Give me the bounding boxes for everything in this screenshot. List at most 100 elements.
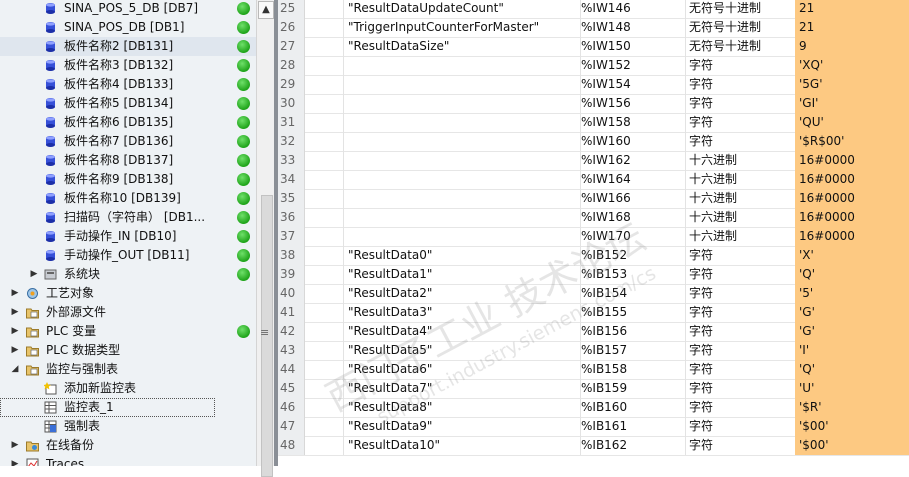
tag-name-cell[interactable] bbox=[344, 75, 581, 94]
table-row[interactable]: 34 %IW164 十六进制 16#0000 bbox=[278, 170, 909, 190]
tag-name-cell[interactable]: "ResultData9" bbox=[344, 417, 581, 436]
tree-item[interactable]: ▶ Traces bbox=[0, 455, 256, 466]
address-cell[interactable]: %IW154 bbox=[580, 75, 686, 94]
tree-item[interactable]: 扫描码（字符串） [DB1... bbox=[0, 208, 256, 227]
tree-item[interactable]: 板件名称9 [DB138] bbox=[0, 170, 256, 189]
table-row[interactable]: 41 "ResultData3" %IB155 字符 'G' bbox=[278, 303, 909, 323]
display-format-cell[interactable]: 十六进制 bbox=[688, 189, 796, 208]
display-format-cell[interactable]: 字符 bbox=[688, 113, 796, 132]
display-format-cell[interactable]: 十六进制 bbox=[688, 170, 796, 189]
address-cell[interactable]: %IW146 bbox=[580, 0, 686, 18]
tree-item[interactable]: 强制表 bbox=[0, 417, 256, 436]
tree-item[interactable]: 监控表_1 bbox=[0, 398, 215, 417]
table-row[interactable]: 30 %IW156 字符 'GI' bbox=[278, 94, 909, 114]
tree-item[interactable]: 板件名称3 [DB132] bbox=[0, 56, 256, 75]
tree-item[interactable]: 板件名称4 [DB133] bbox=[0, 75, 256, 94]
display-format-cell[interactable]: 字符 bbox=[688, 379, 796, 398]
table-row[interactable]: 48 "ResultData10" %IB162 字符 '$00' bbox=[278, 436, 909, 456]
table-row[interactable]: 47 "ResultData9" %IB161 字符 '$00' bbox=[278, 417, 909, 437]
tag-name-cell[interactable] bbox=[344, 227, 581, 246]
expand-right-icon[interactable]: ▶ bbox=[29, 265, 39, 284]
address-cell[interactable]: %IB158 bbox=[580, 360, 686, 379]
expand-right-icon[interactable]: ▶ bbox=[10, 455, 20, 466]
address-cell[interactable]: %IW156 bbox=[580, 94, 686, 113]
tree-item[interactable]: 板件名称8 [DB137] bbox=[0, 151, 256, 170]
tag-name-cell[interactable] bbox=[344, 132, 581, 151]
tree-scrollbar[interactable]: ▲ ≡ bbox=[256, 0, 274, 477]
tree-item[interactable]: 添加新监控表 bbox=[0, 379, 256, 398]
tag-name-cell[interactable] bbox=[344, 56, 581, 75]
tag-name-cell[interactable] bbox=[344, 151, 581, 170]
address-cell[interactable]: %IB152 bbox=[580, 246, 686, 265]
address-cell[interactable]: %IB153 bbox=[580, 265, 686, 284]
display-format-cell[interactable]: 字符 bbox=[688, 360, 796, 379]
display-format-cell[interactable]: 无符号十进制 bbox=[688, 37, 796, 56]
tag-name-cell[interactable] bbox=[344, 208, 581, 227]
table-row[interactable]: 42 "ResultData4" %IB156 字符 'G' bbox=[278, 322, 909, 342]
display-format-cell[interactable]: 字符 bbox=[688, 132, 796, 151]
address-cell[interactable]: %IW152 bbox=[580, 56, 686, 75]
table-row[interactable]: 27 "ResultDataSize" %IW150 无符号十进制 9 bbox=[278, 37, 909, 57]
table-row[interactable]: 46 "ResultData8" %IB160 字符 '$R' bbox=[278, 398, 909, 418]
tree-item[interactable]: ▶ 外部源文件 bbox=[0, 303, 256, 322]
expand-down-icon[interactable]: ◢ bbox=[10, 360, 20, 379]
display-format-cell[interactable]: 无符号十进制 bbox=[688, 0, 796, 18]
tree-item[interactable]: SINA_POS_DB [DB1] bbox=[0, 18, 256, 37]
expand-right-icon[interactable]: ▶ bbox=[10, 303, 20, 322]
display-format-cell[interactable]: 字符 bbox=[688, 303, 796, 322]
address-cell[interactable]: %IW166 bbox=[580, 189, 686, 208]
table-row[interactable]: 43 "ResultData5" %IB157 字符 'I' bbox=[278, 341, 909, 361]
tree-item[interactable]: ▶ PLC 变量 bbox=[0, 322, 256, 341]
tree-item[interactable]: ▶ PLC 数据类型 bbox=[0, 341, 256, 360]
display-format-cell[interactable]: 字符 bbox=[688, 56, 796, 75]
table-row[interactable]: 29 %IW154 字符 '5G' bbox=[278, 75, 909, 95]
address-cell[interactable]: %IB159 bbox=[580, 379, 686, 398]
tag-name-cell[interactable]: "ResultData10" bbox=[344, 436, 581, 455]
address-cell[interactable]: %IB161 bbox=[580, 417, 686, 436]
expand-right-icon[interactable]: ▶ bbox=[10, 341, 20, 360]
table-row[interactable]: 45 "ResultData7" %IB159 字符 'U' bbox=[278, 379, 909, 399]
tree-item[interactable]: ▶ 工艺对象 bbox=[0, 284, 256, 303]
tree-item[interactable]: ▶ 系统块 bbox=[0, 265, 256, 284]
tag-name-cell[interactable]: "ResultData8" bbox=[344, 398, 581, 417]
table-row[interactable]: 36 %IW168 十六进制 16#0000 bbox=[278, 208, 909, 228]
table-row[interactable]: 40 "ResultData2" %IB154 字符 '5' bbox=[278, 284, 909, 304]
table-row[interactable]: 44 "ResultData6" %IB158 字符 'Q' bbox=[278, 360, 909, 380]
address-cell[interactable]: %IW162 bbox=[580, 151, 686, 170]
tag-name-cell[interactable]: "TriggerInputCounterForMaster" bbox=[344, 18, 581, 37]
display-format-cell[interactable]: 十六进制 bbox=[688, 151, 796, 170]
tree-item[interactable]: 手动操作_OUT [DB11] bbox=[0, 246, 256, 265]
table-row[interactable]: 39 "ResultData1" %IB153 字符 'Q' bbox=[278, 265, 909, 285]
tree-item[interactable]: ◢ 监控与强制表 bbox=[0, 360, 256, 379]
address-cell[interactable]: %IW148 bbox=[580, 18, 686, 37]
table-row[interactable]: 32 %IW160 字符 '$R$00' bbox=[278, 132, 909, 152]
address-cell[interactable]: %IW164 bbox=[580, 170, 686, 189]
expand-right-icon[interactable]: ▶ bbox=[10, 284, 20, 303]
table-row[interactable]: 31 %IW158 字符 'QU' bbox=[278, 113, 909, 133]
address-cell[interactable]: %IW170 bbox=[580, 227, 686, 246]
scroll-up-button[interactable]: ▲ bbox=[258, 1, 274, 19]
display-format-cell[interactable]: 十六进制 bbox=[688, 227, 796, 246]
table-row[interactable]: 38 "ResultData0" %IB152 字符 'X' bbox=[278, 246, 909, 266]
tree-item[interactable]: 板件名称2 [DB131] bbox=[0, 37, 256, 56]
table-row[interactable]: 35 %IW166 十六进制 16#0000 bbox=[278, 189, 909, 209]
tag-name-cell[interactable]: "ResultDataSize" bbox=[344, 37, 581, 56]
tree-item[interactable]: ▶ 在线备份 bbox=[0, 436, 256, 455]
tag-name-cell[interactable]: "ResultData3" bbox=[344, 303, 581, 322]
address-cell[interactable]: %IW150 bbox=[580, 37, 686, 56]
tag-name-cell[interactable] bbox=[344, 94, 581, 113]
tag-name-cell[interactable]: "ResultData7" bbox=[344, 379, 581, 398]
tag-name-cell[interactable]: "ResultData0" bbox=[344, 246, 581, 265]
tag-name-cell[interactable]: "ResultDataUpdateCount" bbox=[344, 0, 581, 18]
display-format-cell[interactable]: 字符 bbox=[688, 246, 796, 265]
display-format-cell[interactable]: 字符 bbox=[688, 341, 796, 360]
tag-name-cell[interactable]: "ResultData2" bbox=[344, 284, 581, 303]
table-row[interactable]: 37 %IW170 十六进制 16#0000 bbox=[278, 227, 909, 247]
table-row[interactable]: 28 %IW152 字符 'XQ' bbox=[278, 56, 909, 76]
display-format-cell[interactable]: 无符号十进制 bbox=[688, 18, 796, 37]
table-row[interactable]: 33 %IW162 十六进制 16#0000 bbox=[278, 151, 909, 171]
display-format-cell[interactable]: 字符 bbox=[688, 75, 796, 94]
address-cell[interactable]: %IB157 bbox=[580, 341, 686, 360]
tree-item[interactable]: 板件名称7 [DB136] bbox=[0, 132, 256, 151]
display-format-cell[interactable]: 字符 bbox=[688, 94, 796, 113]
